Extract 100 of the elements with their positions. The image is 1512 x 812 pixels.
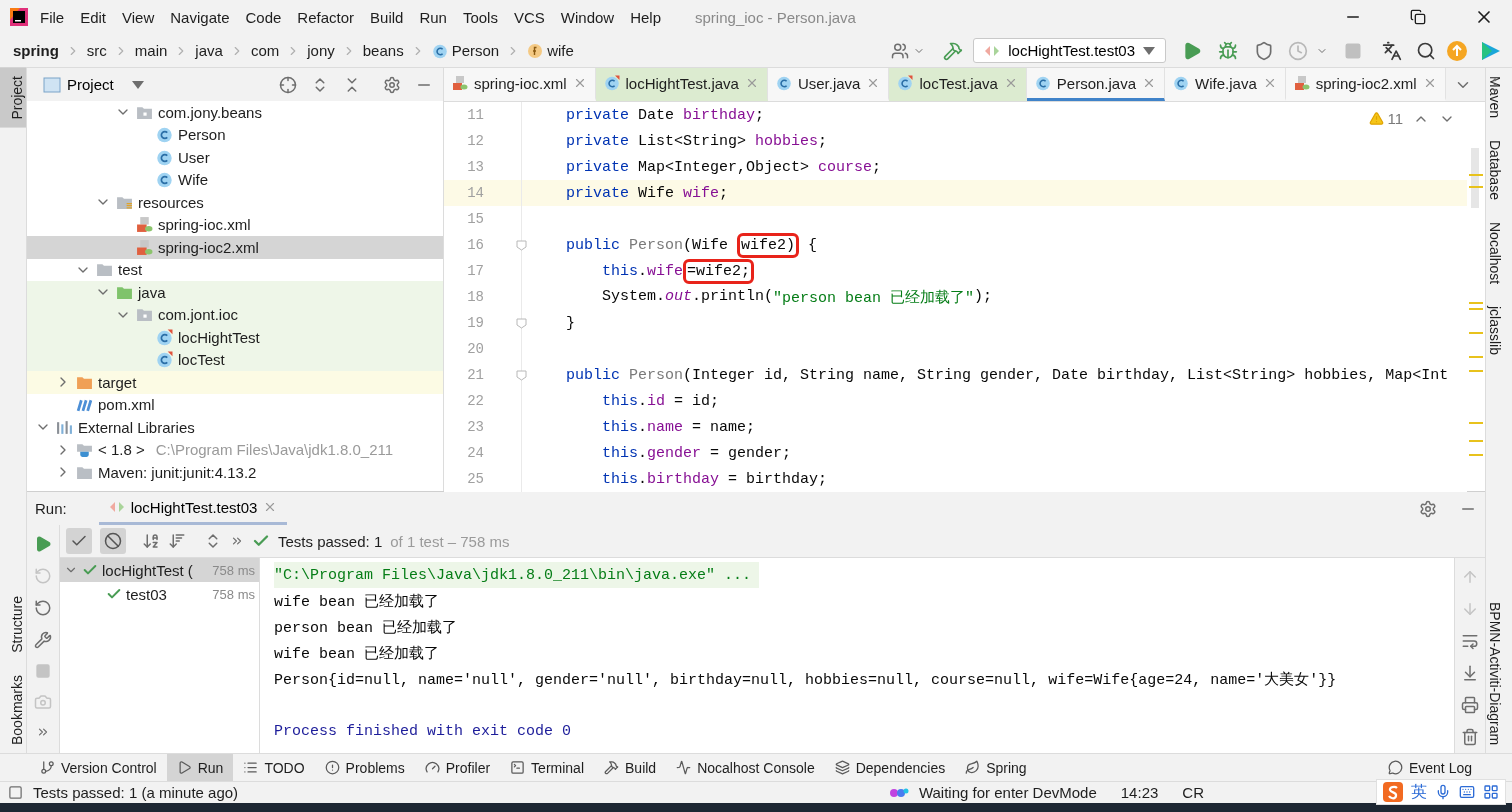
- tree-item[interactable]: target: [27, 371, 443, 394]
- fold-marker-icon[interactable]: [515, 239, 527, 251]
- search-icon[interactable]: [1416, 40, 1436, 61]
- tree-item[interactable]: User: [27, 146, 443, 169]
- debug-icon[interactable]: [1218, 40, 1238, 61]
- menu-item[interactable]: Edit: [74, 4, 113, 30]
- breadcrumb-item[interactable]: java: [192, 40, 226, 61]
- tool-window-tab[interactable]: Project: [0, 68, 26, 128]
- plugin-logo-icon[interactable]: [1480, 39, 1502, 62]
- rerun-icon[interactable]: [34, 535, 52, 553]
- tree-item[interactable]: test: [27, 258, 443, 281]
- tool-window-button[interactable]: Version Control: [30, 754, 167, 781]
- breadcrumb-item[interactable]: Person: [428, 40, 503, 61]
- wrench-icon[interactable]: [34, 631, 52, 649]
- tree-item[interactable]: Maven: junit:junit:4.13.2: [27, 461, 443, 484]
- keyboard-icon[interactable]: [1459, 784, 1475, 800]
- print-icon[interactable]: [1461, 696, 1479, 714]
- trash-icon[interactable]: [1461, 728, 1479, 746]
- tool-window-button[interactable]: Event Log: [1377, 754, 1482, 781]
- run-icon[interactable]: [1182, 40, 1202, 61]
- tool-window-tab[interactable]: BPMN-Activiti-Diagram: [1486, 593, 1512, 753]
- fold-marker-icon[interactable]: [515, 369, 527, 381]
- menu-item[interactable]: Code: [239, 4, 288, 30]
- tool-window-button[interactable]: Problems: [314, 754, 415, 781]
- tree-item[interactable]: pom.xml: [27, 393, 443, 416]
- test-tree-item[interactable]: locHightTest ( 758 ms: [60, 558, 259, 582]
- fold-marker-icon[interactable]: [515, 317, 527, 329]
- tree-item[interactable]: com.jont.ioc: [27, 303, 443, 326]
- sort-alphabetically-icon[interactable]: [142, 532, 160, 550]
- editor-tab[interactable]: Wife.java: [1165, 68, 1286, 101]
- breadcrumb-item[interactable]: jony: [304, 40, 338, 61]
- editor-tab[interactable]: locTest.java: [889, 68, 1027, 101]
- menu-item[interactable]: View: [116, 4, 161, 30]
- tool-window-tab[interactable]: Maven: [1486, 68, 1512, 127]
- tool-window-tab[interactable]: Structure: [0, 588, 26, 661]
- menu-item[interactable]: VCS: [507, 4, 551, 30]
- menu-item[interactable]: Run: [413, 4, 453, 30]
- sort-by-duration-icon[interactable]: [168, 532, 186, 550]
- tool-window-tab[interactable]: Nocalhost: [1486, 213, 1512, 293]
- run-configuration-dropdown[interactable]: locHightTest.test03: [973, 38, 1166, 63]
- editor-tab[interactable]: User.java: [767, 68, 890, 101]
- settings-icon[interactable]: [383, 75, 401, 94]
- tree-item[interactable]: resources: [27, 191, 443, 214]
- breadcrumb-item[interactable]: com: [247, 40, 283, 61]
- coverage-icon[interactable]: [1254, 40, 1274, 61]
- breadcrumb-item[interactable]: main: [131, 40, 171, 61]
- tool-window-button[interactable]: Spring: [955, 754, 1037, 781]
- restore-icon[interactable]: [1410, 9, 1426, 25]
- tool-window-tab[interactable]: jclasslib: [1486, 298, 1512, 364]
- show-ignored-toggle[interactable]: [100, 528, 126, 554]
- tree-item[interactable]: External Libraries: [27, 416, 443, 439]
- tree-item[interactable]: spring-ioc2.xml: [27, 236, 443, 259]
- tool-window-tab[interactable]: Database: [1486, 132, 1512, 208]
- menu-item[interactable]: Refactor: [291, 4, 361, 30]
- users-icon[interactable]: [891, 41, 910, 60]
- tree-item[interactable]: locHightTest: [27, 326, 443, 349]
- menu-item[interactable]: Navigate: [164, 4, 236, 30]
- menu-item[interactable]: Window: [554, 4, 621, 30]
- microphone-icon[interactable]: [1435, 784, 1451, 800]
- tool-window-button[interactable]: TODO: [233, 754, 315, 781]
- tool-window-button[interactable]: Profiler: [414, 754, 501, 781]
- breadcrumb-item[interactable]: spring: [10, 40, 62, 61]
- show-passed-toggle[interactable]: [66, 528, 92, 554]
- breadcrumb-item[interactable]: src: [83, 40, 110, 61]
- toolbox-icon[interactable]: [1483, 784, 1499, 800]
- tool-window-button[interactable]: Terminal: [500, 754, 594, 781]
- tool-window-button[interactable]: Build: [594, 754, 667, 781]
- tool-window-button[interactable]: Run: [166, 754, 234, 781]
- tool-window-tab[interactable]: Bookmarks: [0, 666, 26, 753]
- tool-window-button[interactable]: Dependencies: [824, 754, 956, 781]
- tree-item[interactable]: Wife: [27, 168, 443, 191]
- menu-item[interactable]: File: [34, 4, 71, 30]
- soft-wrap-icon[interactable]: [1461, 632, 1479, 650]
- toggle-auto-test-icon[interactable]: [34, 599, 52, 617]
- test-tree-item[interactable]: test03 758 ms: [60, 582, 259, 606]
- breadcrumb-item[interactable]: beans: [359, 40, 407, 61]
- tree-item[interactable]: Person: [27, 123, 443, 146]
- tree-item[interactable]: spring-ioc.xml: [27, 213, 443, 236]
- menu-item[interactable]: Build: [364, 4, 410, 30]
- menu-item[interactable]: Tools: [456, 4, 504, 30]
- project-view-selector[interactable]: Project: [37, 75, 150, 94]
- status-toggle-icon[interactable]: [8, 785, 23, 800]
- settings-icon[interactable]: [1419, 499, 1437, 518]
- editor-tab[interactable]: spring-ioc.xml: [444, 68, 596, 101]
- tree-item[interactable]: java: [27, 281, 443, 304]
- locate-icon[interactable]: [279, 75, 297, 94]
- tree-item[interactable]: com.jony.beans: [27, 101, 443, 124]
- editor-tab[interactable]: spring-ioc2.xml: [1285, 68, 1446, 101]
- hammer-icon[interactable]: [943, 40, 964, 61]
- breadcrumb-item[interactable]: wife: [524, 40, 577, 61]
- scroll-to-end-icon[interactable]: [1461, 664, 1479, 682]
- run-tab[interactable]: locHightTest.test03: [98, 492, 288, 525]
- tool-window-button[interactable]: Nocalhost Console: [666, 754, 825, 781]
- line-separator[interactable]: CR: [1182, 784, 1204, 801]
- editor-tab[interactable]: locHightTest.java: [595, 68, 768, 101]
- menu-item[interactable]: Help: [624, 4, 668, 30]
- translate-icon[interactable]: [1382, 40, 1402, 61]
- editor-tab[interactable]: Person.java: [1026, 68, 1166, 101]
- tree-item[interactable]: locTest: [27, 348, 443, 371]
- tree-item[interactable]: < 1.8 > C:\Program Files\Java\jdk1.8.0_211: [27, 438, 443, 461]
